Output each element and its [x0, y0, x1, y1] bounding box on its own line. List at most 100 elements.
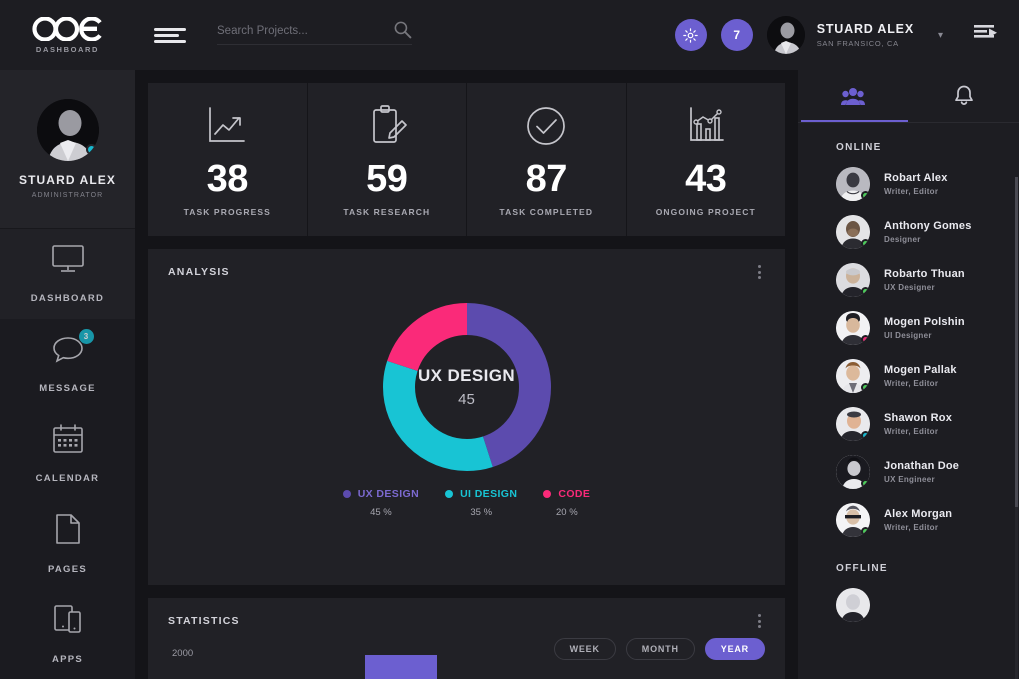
legend-value: 35 % [470, 507, 492, 518]
stat-card-task-completed[interactable]: 87 TASK COMPLETED [467, 83, 626, 236]
kebab-menu-icon[interactable] [754, 261, 765, 283]
status-dot [861, 431, 870, 440]
user-info: STUARD ALEX SAN FRANSICO, CA [817, 22, 914, 49]
status-dot [861, 287, 870, 296]
brand-logo[interactable]: DASHBOARD [0, 0, 135, 70]
legend-item-ux-design[interactable]: UX DESIGN 45 % [343, 488, 419, 518]
one-logo-icon [32, 17, 104, 41]
chart-legend: UX DESIGN 45 % UI DESIGN 35 % [148, 488, 785, 518]
document-icon [54, 513, 82, 550]
contact-role: Writer, Editor [884, 187, 948, 196]
contact-name: Mogen Polshin [884, 316, 965, 328]
stat-value: 38 [207, 160, 248, 198]
analysis-chart: UX DESIGN 45 UX DESIGN 45 % [148, 295, 785, 585]
list-item[interactable]: Robart Alex Writer, Editor [798, 160, 1019, 208]
sidebar-item-apps[interactable]: APPS [0, 589, 135, 679]
avatar [836, 311, 870, 345]
stat-card-task-progress[interactable]: 38 TASK PROGRESS [148, 83, 307, 236]
list-item[interactable] [798, 581, 1019, 629]
legend-item-ui-design[interactable]: UI DESIGN 35 % [445, 488, 517, 518]
contact-role: UX Engineer [884, 475, 959, 484]
stat-label: TASK COMPLETED [499, 207, 593, 217]
left-sidebar: STUARD ALEX ADMINISTRATOR DASHBOARD 3 [0, 70, 135, 679]
contacts-list: ONLINE Robart Alex Writer, Editor Anthon [798, 123, 1019, 679]
scrollbar-thumb[interactable] [1015, 177, 1018, 507]
stat-card-task-research[interactable]: 59 TASK RESEARCH [308, 83, 467, 236]
sidebar-item-pages[interactable]: PAGES [0, 499, 135, 589]
stat-card-ongoing-project[interactable]: 43 ONGOING PROJECT [627, 83, 786, 236]
sidebar-item-label: MESSAGE [39, 383, 96, 394]
dashboard-app: DASHBOARD 7 [0, 0, 1019, 679]
list-item[interactable]: Robarto Thuan UX Designer [798, 256, 1019, 304]
list-item[interactable]: Mogen Polshin UI Designer [798, 304, 1019, 352]
playlist-glyph [973, 23, 999, 43]
contact-name: Anthony Gomes [884, 220, 972, 232]
brand-subtitle: DASHBOARD [36, 45, 99, 54]
avatar-image [767, 16, 805, 54]
donut-svg [381, 301, 553, 473]
bar-chart-icon [685, 102, 727, 150]
profile-status-dot [86, 144, 97, 155]
list-item[interactable]: Anthony Gomes Designer [798, 208, 1019, 256]
hamburger-icon[interactable] [135, 25, 205, 46]
legend-label: UI DESIGN [460, 488, 517, 500]
top-bar: DASHBOARD 7 [0, 0, 1019, 70]
list-item[interactable]: Shawon Rox Writer, Editor [798, 400, 1019, 448]
profile-name: STUARD ALEX [19, 173, 116, 187]
sidebar-item-label: DASHBOARD [31, 293, 104, 304]
avatar [836, 263, 870, 297]
main-content: 38 TASK PROGRESS 59 TASK RESEARCH [135, 70, 798, 679]
contact-info: Robart Alex Writer, Editor [884, 172, 948, 196]
people-icon [841, 87, 865, 106]
sidebar-profile[interactable]: STUARD ALEX ADMINISTRATOR [0, 70, 135, 229]
search-icon[interactable] [393, 20, 412, 39]
status-dot [861, 239, 870, 248]
contact-info: Alex Morgan Writer, Editor [884, 508, 952, 532]
stat-value: 43 [685, 160, 726, 198]
user-menu[interactable]: STUARD ALEX SAN FRANSICO, CA ▾ [767, 16, 961, 54]
legend-value: 20 % [556, 507, 578, 518]
notification-count-badge[interactable]: 7 [721, 19, 753, 51]
contact-role: Writer, Editor [884, 523, 952, 532]
chevron-down-icon[interactable]: ▾ [938, 30, 943, 41]
stat-label: TASK RESEARCH [343, 207, 430, 217]
contact-info: Shawon Rox Writer, Editor [884, 412, 952, 436]
stats-cards-row: 38 TASK PROGRESS 59 TASK RESEARCH [148, 83, 785, 236]
user-location: SAN FRANSICO, CA [817, 39, 914, 48]
list-item[interactable]: Jonathan Doe UX Engineer [798, 448, 1019, 496]
statistics-panel: STATISTICS WEEK MONTH YEAR 2000 [148, 598, 785, 679]
sidebar-item-message[interactable]: 3 MESSAGE [0, 319, 135, 409]
contact-name: Robarto Thuan [884, 268, 965, 280]
list-item[interactable]: Mogen Pallak Writer, Editor [798, 352, 1019, 400]
message-badge: 3 [79, 329, 94, 344]
tab-notifications[interactable] [909, 70, 1019, 122]
contact-name: Robart Alex [884, 172, 948, 184]
avatar [836, 215, 870, 249]
section-title-offline: OFFLINE [798, 544, 1019, 581]
search-input[interactable] [217, 25, 377, 37]
contact-name: Jonathan Doe [884, 460, 959, 472]
section-title-online: ONLINE [798, 123, 1019, 160]
stat-label: TASK PROGRESS [184, 207, 271, 217]
avatar [836, 455, 870, 489]
contact-role: UI Designer [884, 331, 965, 340]
avatar [836, 167, 870, 201]
settings-button[interactable] [675, 19, 707, 51]
profile-role: ADMINISTRATOR [32, 192, 104, 199]
list-item[interactable]: Alex Morgan Writer, Editor [798, 496, 1019, 544]
playlist-icon[interactable] [973, 23, 999, 48]
contact-name: Alex Morgan [884, 508, 952, 520]
avatar [767, 16, 805, 54]
right-sidebar-tabs [798, 70, 1019, 122]
sidebar-item-calendar[interactable]: CALENDAR [0, 409, 135, 499]
legend-item-code[interactable]: CODE 20 % [543, 488, 590, 518]
bar-chart-bar[interactable] [365, 655, 437, 679]
sidebar-item-dashboard[interactable]: DASHBOARD [0, 229, 135, 319]
analysis-panel: ANALYSIS [148, 249, 785, 585]
devices-icon [52, 603, 84, 640]
statistics-chart: 2000 [148, 644, 785, 679]
tab-contacts[interactable] [798, 70, 909, 122]
kebab-menu-icon[interactable] [754, 610, 765, 632]
gear-icon [682, 27, 699, 44]
avatar [836, 503, 870, 537]
